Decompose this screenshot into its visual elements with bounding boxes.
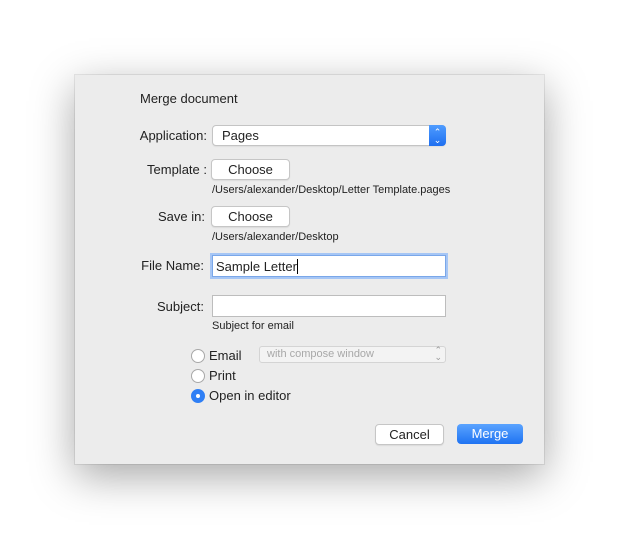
radio-print[interactable]: Print	[191, 368, 236, 383]
file-name-input[interactable]: Sample Letter	[212, 255, 446, 277]
application-label: Application:	[139, 128, 207, 143]
text-caret	[296, 259, 298, 274]
email-mode-value: with compose window	[267, 348, 374, 360]
template-label: Template :	[147, 162, 207, 177]
radio-label: Email	[209, 348, 242, 363]
chevron-updown-icon: ⌃ ⌄	[429, 125, 446, 146]
subject-label: Subject:	[157, 299, 204, 314]
template-path: /Users/alexander/Desktop/Letter Template…	[212, 184, 451, 196]
radio-open-in-editor[interactable]: Open in editor	[191, 388, 291, 403]
merge-button[interactable]: Merge	[457, 424, 523, 444]
file-name-value: Sample Letter	[216, 259, 297, 274]
application-value: Pages	[222, 128, 259, 143]
radio-button[interactable]	[191, 348, 205, 363]
save-in-choose-button[interactable]: Choose	[211, 206, 290, 227]
subject-input[interactable]	[212, 295, 446, 317]
cancel-button[interactable]: Cancel	[375, 424, 444, 445]
template-choose-button[interactable]: Choose	[211, 159, 290, 180]
email-mode-select: with compose window ⌃ ⌄	[259, 346, 446, 363]
dialog-title: Merge document	[140, 91, 238, 106]
radio-button-selected[interactable]	[191, 388, 205, 403]
radio-button[interactable]	[191, 368, 205, 383]
merge-dialog: Merge document Application: Pages ⌃ ⌄ Tem…	[75, 75, 544, 464]
subject-hint: Subject for email	[212, 320, 294, 332]
save-in-path: /Users/alexander/Desktop	[212, 231, 339, 243]
radio-label: Open in editor	[209, 388, 291, 403]
save-in-label: Save in:	[158, 209, 205, 224]
file-name-label: File Name:	[141, 258, 204, 273]
application-select[interactable]: Pages ⌃ ⌄	[212, 125, 446, 146]
radio-label: Print	[209, 368, 236, 383]
chevron-updown-icon: ⌃ ⌄	[434, 345, 442, 362]
radio-email[interactable]: Email	[191, 348, 242, 363]
